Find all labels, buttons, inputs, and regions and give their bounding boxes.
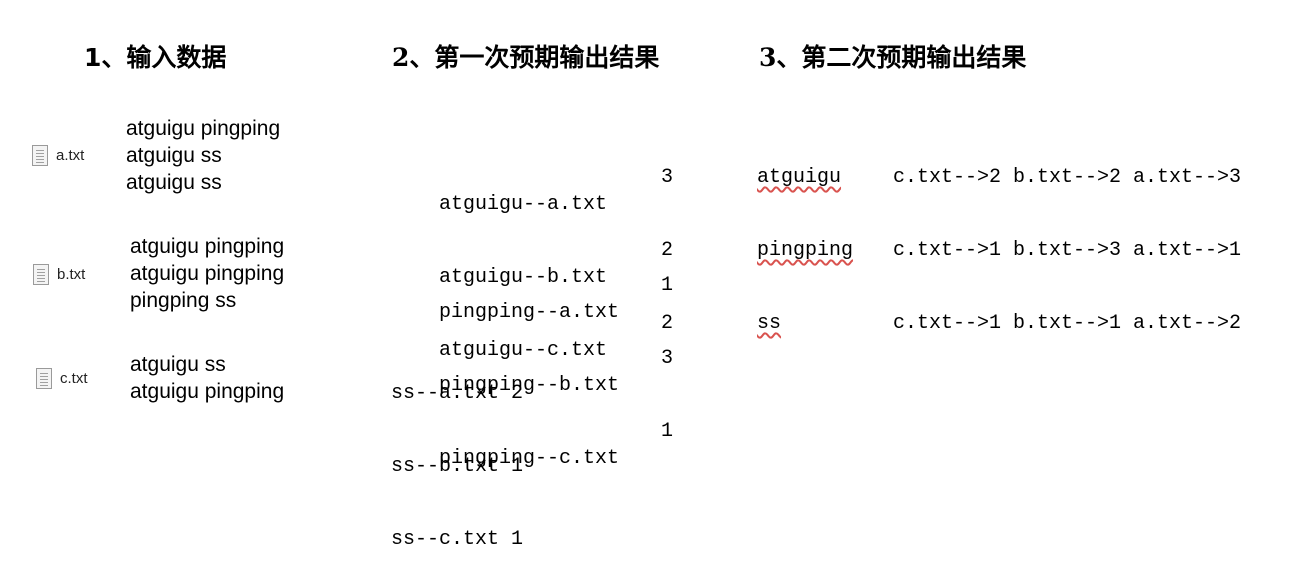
content-line: atguigu ss (130, 353, 226, 376)
output-word: atguigu (757, 166, 842, 189)
output-count: 1 (661, 274, 674, 297)
text-file-icon (36, 367, 52, 389)
output-key: atguigu--a.txt (439, 193, 608, 216)
second-output-row: pingping c.txt-->1 b.txt-->3 a.txt-->1 (757, 237, 1297, 264)
content-line: atguigu ss (126, 171, 222, 194)
first-output-row: pingping--a.txt 1 (391, 272, 681, 324)
second-output: atguigu c.txt-->2 b.txt-->2 a.txt-->3 pi… (757, 118, 1297, 360)
first-output-row: ss--c.txt 1 (391, 528, 524, 551)
content-line: atguigu pingping (130, 380, 285, 403)
output-count: 3 (661, 166, 674, 189)
text-file-icon (33, 263, 49, 285)
first-output-row: ss--b.txt 1 (391, 455, 524, 478)
file-b[interactable]: b.txt (33, 262, 85, 286)
content-line: pingping ss (130, 289, 237, 312)
content-line: atguigu pingping (130, 262, 285, 285)
file-name: c.txt (60, 369, 88, 387)
file-c-content: atguigu ss atguigu pingping (130, 351, 284, 405)
file-a-content: atguigu pingping atguigu ss atguigu ss (126, 115, 280, 196)
first-output-row: atguigu--a.txt 3 (391, 164, 681, 216)
second-output-row: atguigu c.txt-->2 b.txt-->2 a.txt-->3 (757, 164, 1297, 191)
output-file-counts: c.txt-->2 b.txt-->2 a.txt-->3 (893, 166, 1242, 189)
first-output-group-ss: ss--a.txt 2 ss--b.txt 1 ss--c.txt 1 (391, 334, 681, 576)
file-c[interactable]: c.txt (36, 366, 88, 390)
second-output-row: ss c.txt-->1 b.txt-->1 a.txt-->2 (757, 310, 1297, 337)
content-line: atguigu pingping (130, 235, 285, 258)
output-file-counts: c.txt-->1 b.txt-->3 a.txt-->1 (893, 239, 1242, 262)
output-file-counts: c.txt-->1 b.txt-->1 a.txt-->2 (893, 312, 1242, 335)
first-output-row: ss--a.txt 2 (391, 382, 524, 405)
output-word: ss (757, 312, 782, 335)
file-a[interactable]: a.txt (32, 143, 84, 167)
content-line: atguigu pingping (126, 117, 281, 140)
output-word: pingping (757, 239, 854, 262)
content-line: atguigu ss (126, 144, 222, 167)
file-b-content: atguigu pingping atguigu pingping pingpi… (130, 233, 284, 314)
heading-second-output: 3、第二次预期输出结果 (759, 43, 1027, 72)
heading-input-data: 1、输入数据 (84, 43, 227, 72)
file-name: a.txt (56, 146, 85, 164)
output-key: pingping--a.txt (439, 301, 620, 324)
file-name: b.txt (57, 265, 86, 283)
heading-first-output: 2、第一次预期输出结果 (392, 43, 660, 72)
text-file-icon (32, 144, 48, 166)
